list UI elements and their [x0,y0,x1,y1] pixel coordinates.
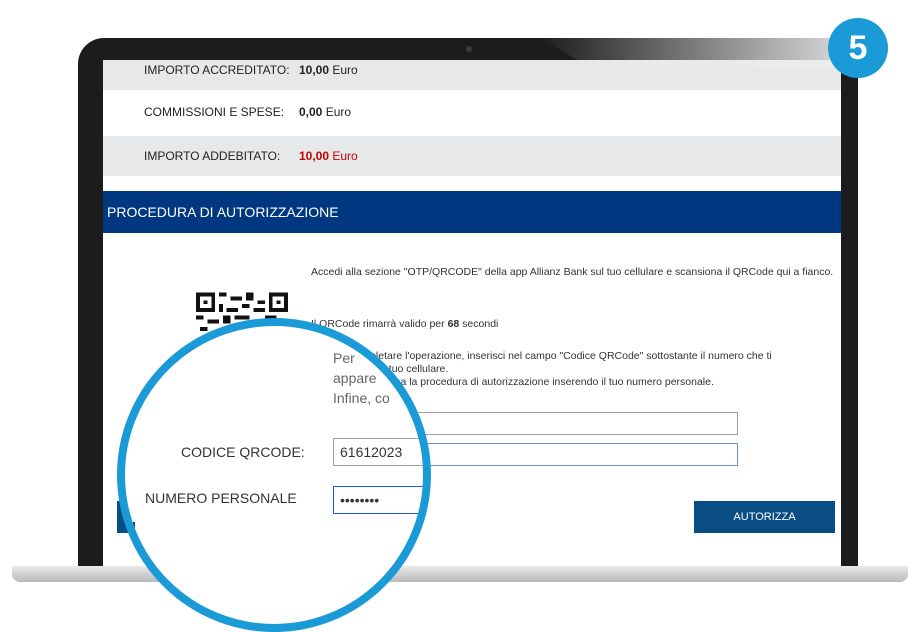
row-value: 0,00 Euro [299,105,352,119]
row-label: COMMISSIONI E SPESE: [144,105,285,119]
laptop-base [12,566,908,582]
screen-glare [540,38,858,68]
autorizza-button[interactable]: AUTORIZZA [694,501,835,533]
qrcode-label: CODICE QRCODE: [181,444,305,460]
webcam [466,46,472,52]
magnifier-circle: Per appare Infine, co CODICE QRCODE: 616… [117,318,431,632]
row-value: 10,00 Euro [299,149,358,163]
row-label: IMPORTO ADDEBITATO: [144,149,281,163]
qr-description: Accedi alla sezione "OTP/QRCODE" della a… [311,266,834,278]
row-value: 10,00 Euro [299,63,358,77]
magnified-instructions: Per appare Infine, co [333,350,390,406]
row-commissioni: COMMISSIONI E SPESE: 0,00 Euro [103,92,841,132]
personal-number-label: NUMERO PERSONALE [145,490,297,506]
section-title: PROCEDURA DI AUTORIZZAZIONE [103,191,841,233]
step-badge: 5 [828,18,888,78]
personal-number-field[interactable]: •••••••• [333,486,423,514]
qr-validity: Il QRCode rimarrà valido per 68 secondi [311,318,499,330]
qrcode-field-magnified[interactable]: 61612023 [333,438,423,466]
row-label: IMPORTO ACCREDITATO: [144,63,290,77]
row-importo-addebitato: IMPORTO ADDEBITATO: 10,00 Euro [103,136,841,176]
